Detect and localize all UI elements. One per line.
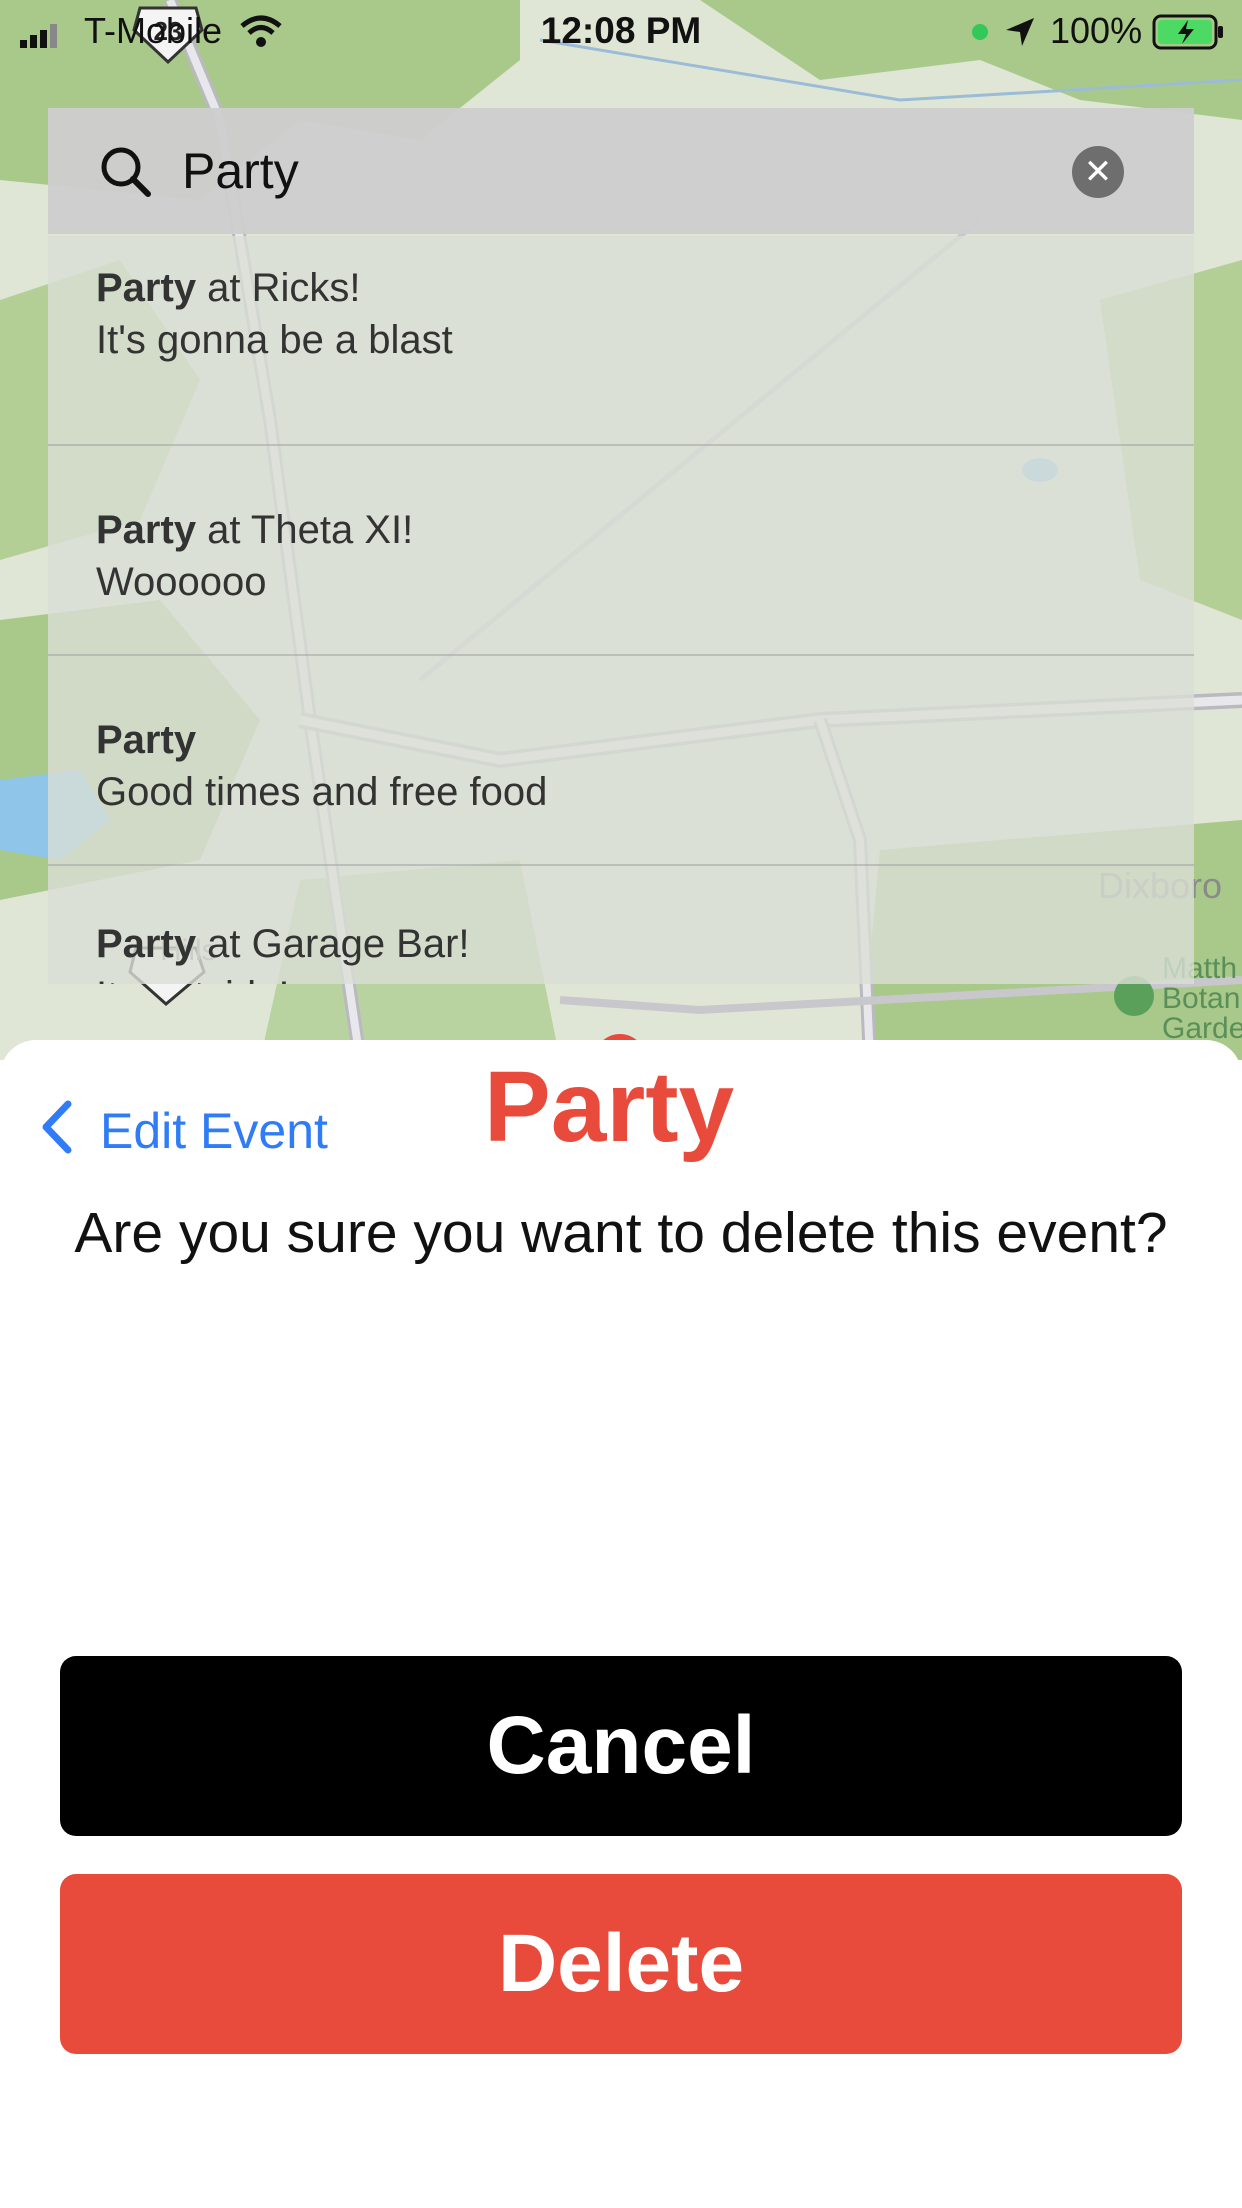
location-arrow-icon: [1006, 18, 1034, 46]
location-active-dot-icon: [972, 24, 988, 40]
delete-button[interactable]: Delete: [60, 1874, 1182, 2054]
result-subtitle: Good times and free food: [96, 770, 548, 814]
search-results-list: Party at Ricks! It's gonna be a blast Pa…: [48, 236, 1194, 984]
result-title: Party at Ricks!: [96, 266, 361, 310]
delete-confirmation-sheet: Edit Event Party Are you sure you want t…: [0, 1040, 1242, 2208]
result-title: Party at Theta XI!: [96, 508, 414, 552]
cancel-button[interactable]: Cancel: [60, 1656, 1182, 1836]
status-bar: T-Mobile 12:08 PM 100%: [0, 0, 1242, 64]
result-item[interactable]: Party at Ricks! It's gonna be a blast: [48, 236, 1194, 446]
result-subtitle: Its outside!: [96, 970, 1194, 984]
chevron-left-icon: [42, 1100, 72, 1154]
result-subtitle: It's gonna be a blast: [96, 318, 453, 362]
search-bar: ✕: [48, 108, 1194, 234]
result-title: Party at Garage Bar!: [96, 922, 470, 966]
battery-charging-icon: [1152, 14, 1223, 50]
result-title: Party: [96, 718, 197, 762]
search-input[interactable]: [182, 136, 1082, 206]
event-title: Party: [484, 1051, 735, 1163]
clear-search-icon[interactable]: ✕: [1072, 146, 1124, 198]
result-subtitle: Woooooo: [96, 560, 267, 604]
result-item[interactable]: Party at Theta XI! Woooooo: [48, 446, 1194, 656]
battery-percentage: 100%: [1050, 10, 1143, 51]
confirmation-prompt: Are you sure you want to delete this eve…: [74, 1201, 1168, 1265]
back-button-label: Edit Event: [100, 1103, 328, 1159]
result-item[interactable]: Party at Garage Bar! Its outside!: [48, 866, 1194, 984]
result-item[interactable]: Party Good times and free food: [48, 656, 1194, 866]
search-icon: [101, 147, 151, 197]
svg-text:Botan: Botan: [1162, 982, 1240, 1015]
